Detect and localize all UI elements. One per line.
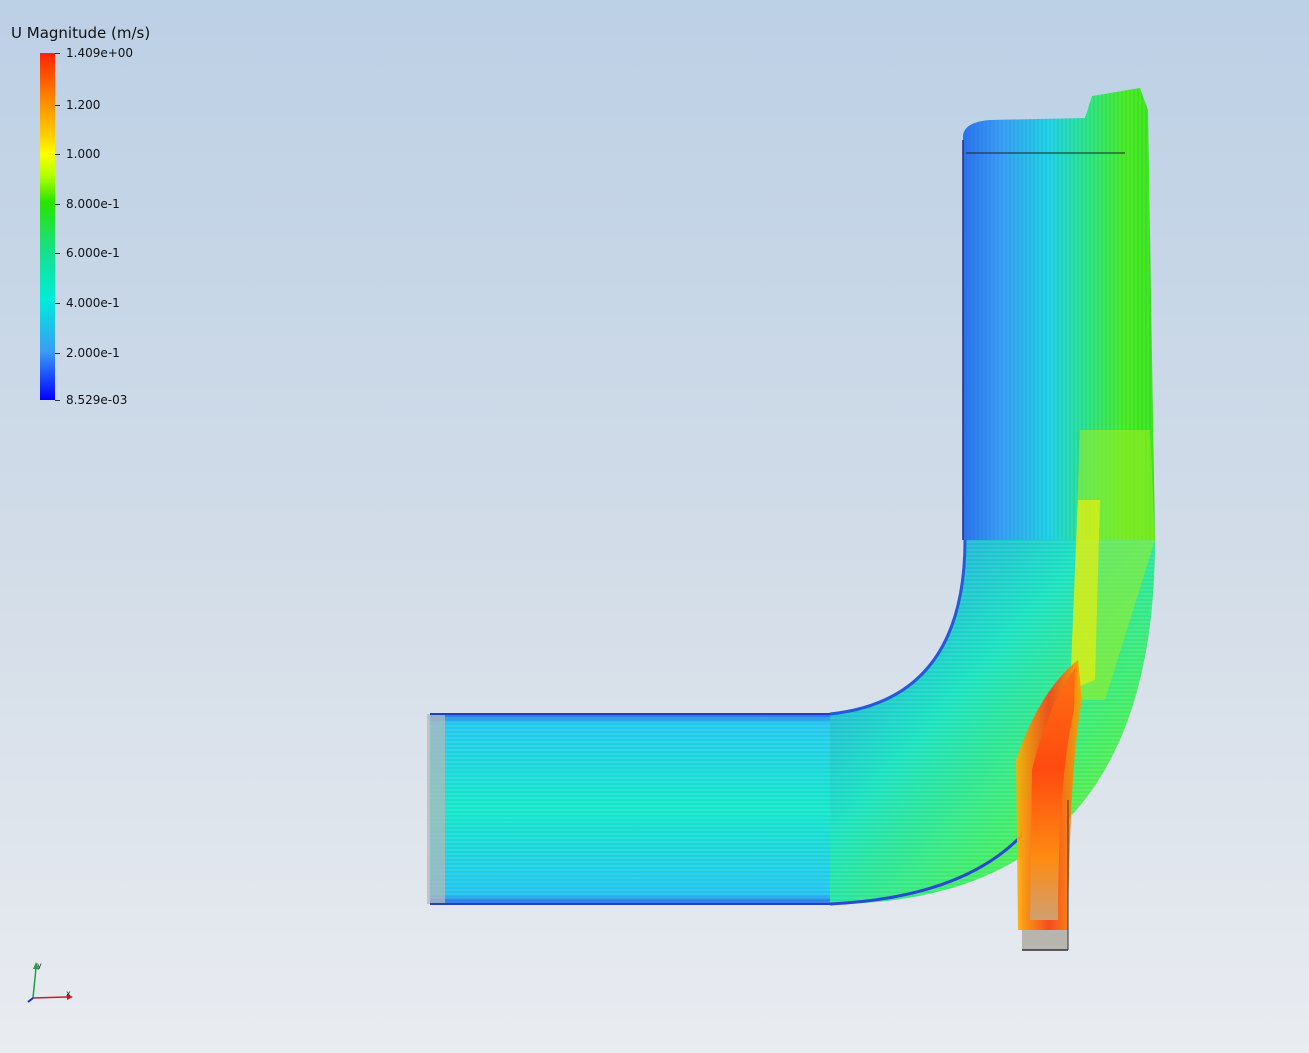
x-axis-arrow [31,996,68,999]
legend-tick-label: 2.000e-1 [66,345,120,360]
legend-tick-label: 8.000e-1 [66,196,120,211]
y-axis-arrow [32,967,37,999]
x-axis-label: x [66,989,71,998]
legend-tick-mark [55,53,60,54]
legend-tick-label: 4.000e-1 [66,296,120,310]
legend-tick-mark [55,400,60,401]
legend-tick-label: 8.529e-03 [66,393,128,407]
legend-tick-mark [55,154,60,156]
orientation-axes: x y [27,961,73,1003]
legend-tick-mark [55,253,60,255]
legend-tick-label: 1.200 [66,97,101,112]
horizontal-pipe-section [427,713,830,905]
legend-tick-mark [55,303,60,304]
legend-tick-mark [55,104,60,106]
y-axis-label: y [37,961,42,970]
legend-tick-mark [55,203,60,205]
flow-visualization: x y [27,88,1155,1003]
legend-tick-label: 6.000e-1 [66,246,120,261]
z-axis-arrow [27,997,34,1003]
legend-tick-mark [55,352,60,354]
legend-title: U Magnitude (m/s) [11,24,151,42]
color-scale-bar [40,53,55,400]
legend-tick-label: 1.409e+00 [66,46,134,60]
legend-tick-label: 1.000 [66,147,101,162]
